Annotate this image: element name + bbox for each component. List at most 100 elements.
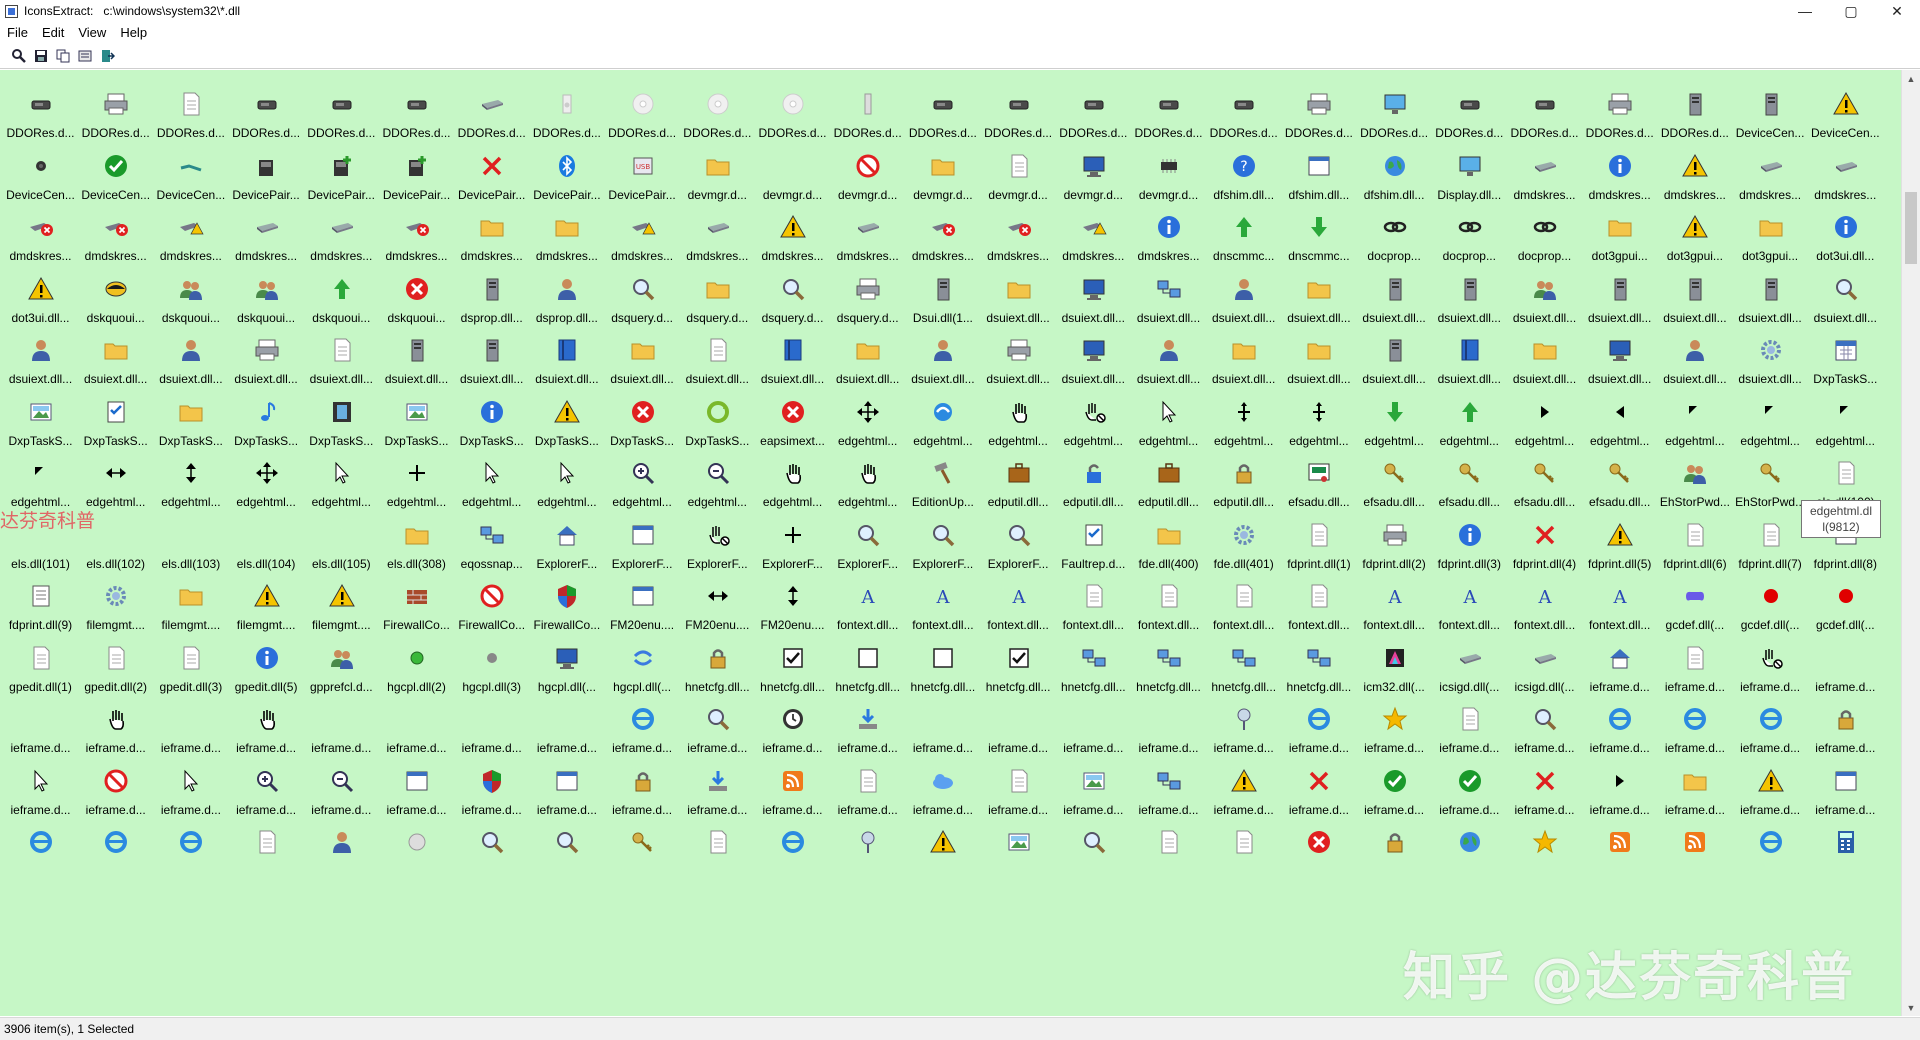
vertical-scrollbar[interactable]: ▲ ▼ [1901, 70, 1920, 1016]
icon-item-label: ieframe.d... [762, 802, 823, 817]
icon-item-label: hnetcfg.dll... [1136, 679, 1201, 694]
icon-item[interactable] [153, 820, 228, 895]
icon-item-label: DevicePair... [307, 187, 375, 202]
icon-item[interactable] [1733, 820, 1808, 895]
svg-text:A: A [1011, 587, 1026, 608]
icon-item-label: DDORes.d... [156, 126, 225, 140]
icon-item-label: docprop... [1442, 249, 1496, 263]
icon-item-label: dmdskres... [611, 249, 674, 263]
icon-item-label: devmgr.d... [838, 187, 898, 202]
icon-item-label: ieframe.d... [1439, 802, 1500, 817]
menu-view[interactable]: View [71, 25, 113, 40]
icon-item[interactable] [1432, 820, 1507, 895]
icon-item-label: dsprop.dll... [460, 310, 523, 325]
key-icon [1456, 459, 1484, 487]
icon-item[interactable] [379, 820, 454, 895]
copy-icon[interactable] [52, 46, 74, 66]
arrow-down-icon [1381, 398, 1409, 426]
icon-item[interactable] [605, 820, 680, 895]
scroll-down-icon[interactable]: ▼ [1902, 999, 1920, 1016]
icon-item-label: ieframe.d... [1063, 802, 1124, 817]
document-icon [328, 336, 356, 364]
user-icon [328, 828, 356, 856]
close-button[interactable]: ✕ [1874, 0, 1920, 22]
warning-icon [929, 828, 957, 856]
tooltip-line-2: l(9812) [1822, 520, 1860, 534]
icon-item-label: filemgmt.... [236, 618, 296, 632]
icon-item-label: ieframe.d... [912, 802, 973, 817]
ie-icon [1681, 705, 1709, 733]
maximize-button[interactable]: ▢ [1828, 0, 1874, 22]
icon-item-label: dot3gpui... [1742, 249, 1799, 263]
users-icon [1681, 459, 1709, 487]
icon-item-label: devmgr.d... [1063, 187, 1123, 202]
icon-item-label: ieframe.d... [1439, 741, 1500, 755]
font-icon: A [1606, 582, 1634, 610]
icon-item[interactable] [1056, 820, 1131, 895]
icon-item-label: fdprint.dll(4) [1512, 556, 1577, 571]
cross-icon [1531, 767, 1559, 795]
icon-item[interactable] [529, 820, 604, 895]
icon-item-label: ieframe.d... [1213, 741, 1274, 755]
icon-item[interactable] [1808, 820, 1883, 895]
icon-item[interactable] [78, 820, 153, 895]
icon-item[interactable] [1206, 820, 1281, 895]
user-icon [1230, 275, 1258, 303]
arrow-vertical-icon [779, 582, 807, 610]
magnifier-icon[interactable] [8, 46, 30, 66]
scroll-up-icon[interactable]: ▲ [1902, 70, 1920, 87]
disc-icon [629, 90, 657, 118]
folder-icon [177, 398, 205, 426]
icon-item[interactable] [1507, 820, 1582, 895]
icon-item[interactable] [1582, 820, 1657, 895]
icon-item[interactable] [3, 820, 78, 895]
icon-item[interactable] [1131, 820, 1206, 895]
icon-item-label: fde.dll(401) [1213, 556, 1274, 571]
icon-item[interactable] [830, 820, 905, 895]
menu-file[interactable]: File [0, 25, 35, 40]
menu-help[interactable]: Help [113, 25, 154, 40]
icon-item[interactable] [229, 820, 304, 895]
icon-item-label: DDORes.d... [1585, 126, 1654, 140]
icon-item[interactable] [1281, 820, 1356, 895]
icon-item[interactable] [1657, 820, 1732, 895]
briefcase-icon [1005, 459, 1033, 487]
icon-item-label: dsprop.dll... [535, 310, 598, 325]
drive-icon [1757, 152, 1785, 180]
icon-item[interactable] [680, 820, 755, 895]
server-icon [1381, 275, 1409, 303]
icon-item[interactable] [981, 820, 1056, 895]
icon-item[interactable] [1357, 820, 1432, 895]
scrollbar-thumb[interactable] [1905, 192, 1917, 264]
search-icon [553, 828, 581, 856]
icon-item-label: dot3ui.dll... [1816, 249, 1875, 263]
icon-item[interactable] [905, 820, 980, 895]
search-icon [478, 828, 506, 856]
icon-item[interactable] [454, 820, 529, 895]
properties-icon[interactable] [74, 46, 96, 66]
icon-item-label: DDORes.d... [1134, 126, 1203, 140]
blank-icon [779, 152, 807, 180]
icon-item-label: ieframe.d... [1288, 802, 1349, 817]
icon-item-label: dsquery.d... [761, 310, 824, 325]
download-icon [704, 767, 732, 795]
minimize-button[interactable]: — [1782, 0, 1828, 22]
menu-edit[interactable]: Edit [35, 25, 71, 40]
ie-icon [1606, 705, 1634, 733]
icon-item-label: dsuiext.dll... [1212, 372, 1276, 386]
icon-item-label: fdprint.dll(9) [8, 618, 73, 632]
document-icon [1155, 828, 1183, 856]
server-icon [478, 275, 506, 303]
no-entry-icon [478, 582, 506, 610]
save-icon[interactable] [30, 46, 52, 66]
picture-icon [1005, 828, 1033, 856]
icon-item-label: edputil.dll... [1062, 495, 1124, 509]
app-icon [5, 4, 18, 18]
exit-icon[interactable] [96, 46, 118, 66]
icon-item-label: DDORes.d... [1435, 126, 1504, 140]
icon-item-label: DDORes.d... [532, 126, 601, 140]
icon-list[interactable]: DDORes.d... DDORes.d... DDORes.d... DDORes.… [0, 70, 1901, 1016]
icon-item[interactable] [304, 820, 379, 895]
search-icon [629, 275, 657, 303]
icon-item[interactable] [755, 820, 830, 895]
